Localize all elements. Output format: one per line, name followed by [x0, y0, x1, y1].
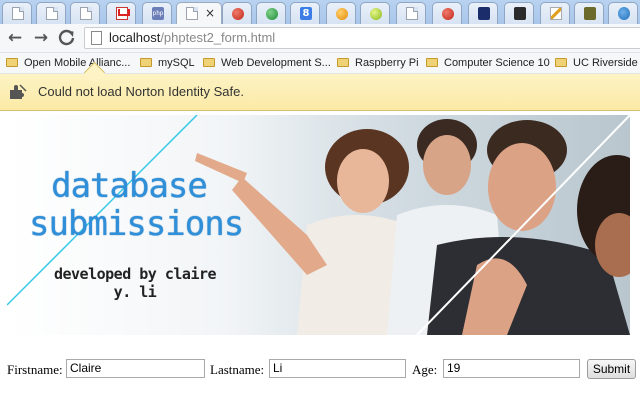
page-icon [406, 7, 418, 20]
green-circle-icon [370, 8, 382, 20]
folder-icon [337, 58, 349, 67]
tab-strip: php × 8 [0, 0, 640, 24]
tab-12[interactable] [396, 2, 426, 24]
tab-9[interactable]: 8 [290, 2, 320, 24]
bookmark-raspberry-pi[interactable]: Raspberry Pi [337, 56, 419, 70]
tab-3[interactable] [70, 2, 100, 24]
tab-10[interactable] [326, 2, 356, 24]
reload-icon [58, 29, 75, 46]
reload-button[interactable] [57, 28, 77, 48]
bookmark-label: Raspberry Pi [355, 57, 419, 69]
url-path: /phptest2_form.html [160, 30, 276, 45]
bookmark-label: Open Mobile Allianc... [24, 57, 131, 69]
tab-active[interactable]: × [176, 2, 222, 24]
google-8-icon: 8 [300, 7, 312, 20]
bookmark-label: Web Development S... [221, 57, 331, 69]
page-banner: database submissions developed by claire… [7, 115, 630, 335]
age-label: Age: [412, 362, 438, 377]
banner-title-line1: database [51, 166, 208, 206]
age-input[interactable]: 19 [443, 359, 580, 378]
bookmark-open-mobile[interactable]: Open Mobile Allianc... [6, 56, 130, 70]
tab-1[interactable] [2, 2, 32, 24]
banner-subtitle: developed by claire y. li [53, 265, 217, 301]
drupal-icon [618, 7, 630, 20]
pencil-icon [550, 7, 562, 20]
firstname-label: Firstname: [7, 362, 63, 377]
banner-title: database submissions [29, 166, 244, 244]
tab-8[interactable] [256, 2, 286, 24]
forward-button[interactable]: → [31, 28, 51, 48]
green-shield-icon [266, 8, 278, 20]
folder-icon [426, 58, 438, 67]
navy-square-icon [478, 7, 490, 20]
infobar-message: Could not load Norton Identity Safe. [38, 84, 244, 99]
submission-form: Firstname: Claire Lastname: Li Age: 19 S… [7, 359, 637, 379]
folder-icon [555, 58, 567, 67]
folder-icon [203, 58, 215, 67]
submit-button[interactable]: Submit [587, 359, 636, 379]
page-icon [46, 7, 58, 20]
url-host: localhost [109, 30, 161, 45]
orange-circle-icon [336, 8, 348, 20]
page-icon [186, 7, 198, 20]
php-icon: php [152, 7, 164, 20]
bookmark-label: UC Riverside [573, 57, 638, 69]
tab-16[interactable] [540, 2, 570, 24]
page-icon [80, 7, 92, 20]
address-bar[interactable]: localhost/phptest2_form.html [84, 27, 640, 49]
bookmark-label: Computer Science 10 [444, 57, 550, 69]
page-icon [12, 7, 24, 20]
gmail-icon [116, 7, 128, 20]
tab-7[interactable] [222, 2, 252, 24]
tab-18[interactable] [608, 2, 638, 24]
tab-17[interactable] [574, 2, 604, 24]
tab-13[interactable] [432, 2, 462, 24]
tab-2[interactable] [36, 2, 66, 24]
tab-15[interactable] [504, 2, 534, 24]
page-icon [91, 31, 102, 45]
puzzle-icon [10, 84, 27, 99]
tab-close-icon[interactable]: × [205, 6, 215, 20]
red-circle-icon [232, 8, 244, 20]
firstname-input[interactable]: Claire [66, 359, 205, 378]
olive-square-icon [584, 7, 596, 20]
lastname-input[interactable]: Li [269, 359, 406, 378]
tab-11[interactable] [360, 2, 390, 24]
browser-toolbar: ← → localhost/phptest2_form.html [0, 24, 640, 53]
folder-icon [6, 58, 18, 67]
infobar: Could not load Norton Identity Safe. [0, 61, 640, 111]
tab-14[interactable] [468, 2, 498, 24]
bookmark-mysql[interactable]: mySQL [140, 56, 195, 70]
dark-square-icon [514, 7, 526, 20]
bookmark-label: mySQL [158, 57, 195, 69]
bookmark-web-development[interactable]: Web Development S... [203, 56, 331, 70]
url-text[interactable]: localhost/phptest2_form.html [109, 30, 275, 46]
folder-icon [140, 58, 152, 67]
red-circle-icon [442, 8, 454, 20]
tab-php[interactable]: php [142, 2, 172, 24]
tab-gmail[interactable] [106, 2, 136, 24]
bookmark-computer-science[interactable]: Computer Science 10 [426, 56, 550, 70]
back-button[interactable]: ← [5, 28, 25, 48]
banner-title-line2: submissions [29, 204, 244, 244]
lastname-label: Lastname: [210, 362, 265, 377]
bookmark-uc-riverside[interactable]: UC Riverside [555, 56, 638, 70]
